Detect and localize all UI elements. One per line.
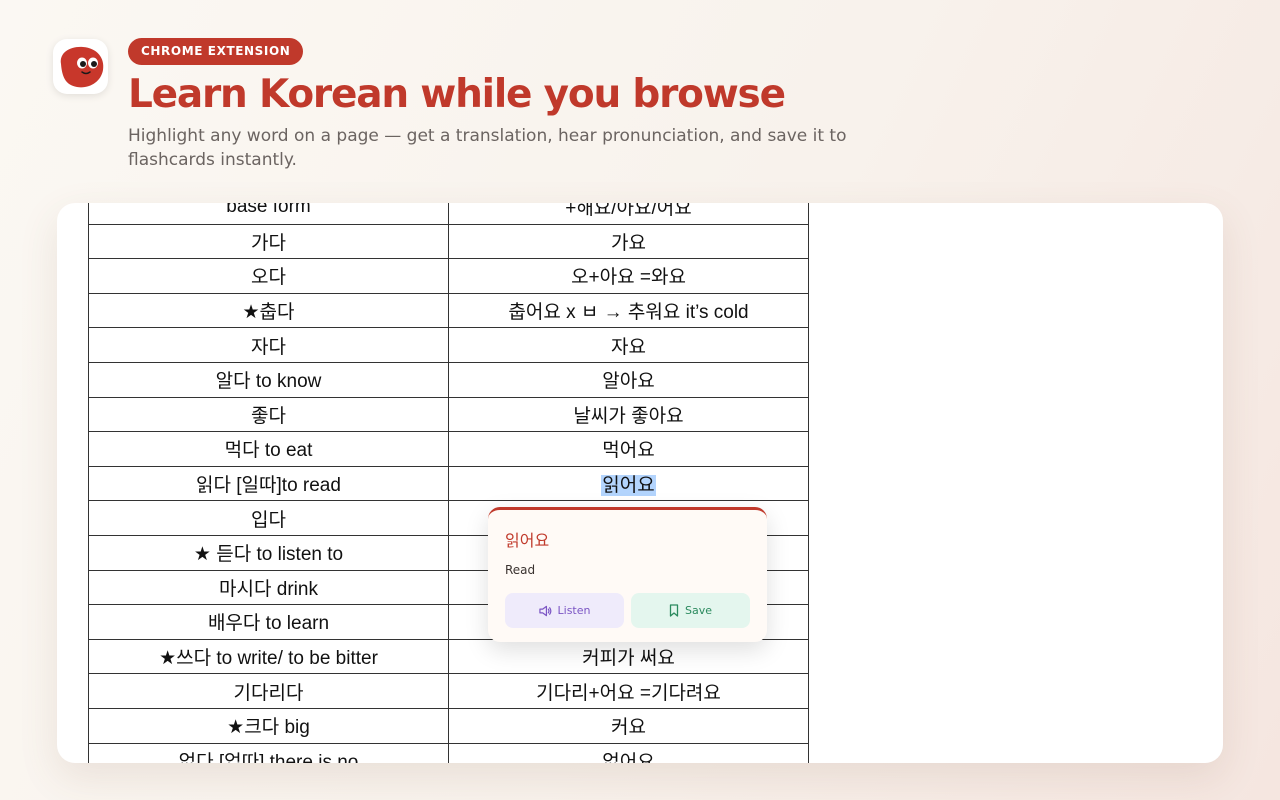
listen-label: Listen [557,604,591,617]
base-form-cell[interactable]: base form [88,203,449,225]
conjugated-cell[interactable]: 춥어요 x ㅂ → 추워요 it’s cold [448,292,809,329]
page-subtitle: Highlight any word on a page — get a tra… [128,126,847,170]
chrome-extension-badge: CHROME EXTENSION [128,38,304,65]
conjugated-cell[interactable]: 오+아요 =와요 [448,258,809,294]
bookmark-icon [669,604,679,617]
base-form-cell[interactable]: 가다 [88,223,449,260]
save-button[interactable]: Save [631,593,750,628]
popup-word: 읽어요 [505,531,550,550]
listen-button[interactable]: Listen [505,593,624,628]
conjugated-cell[interactable]: 날씨가 좋아요 [448,396,809,433]
conjugated-cell[interactable]: 커피가 써요 [448,638,809,675]
save-label: Save [684,604,712,617]
base-form-cell[interactable]: 좋다 [88,396,449,433]
table-row: 먹다 to eat 먹어요 [88,431,809,467]
table-row: base form +해요/아요/어요 [88,203,809,225]
table-row: 좋다 날씨가 좋아요 [88,396,809,433]
table-row: ★쓰다 to write/ to be bitter 커피가 써요 [88,638,809,675]
base-form-cell[interactable]: 자다 [88,327,449,363]
base-form-cell[interactable]: 먹다 to eat [88,431,449,467]
speaker-icon [538,605,551,616]
base-form-cell[interactable]: 알다 to know [88,361,449,398]
base-form-cell[interactable]: 기다리다 [88,673,449,709]
table-row: 가다 가요 [88,223,809,260]
base-form-cell[interactable]: 오다 [88,258,449,294]
base-form-cell[interactable]: 없다 [업따] there is no [88,742,449,763]
table-row: 기다리다 기다리+어요 =기다려요 [88,673,809,709]
conjugated-cell[interactable]: 먹어요 [448,431,809,467]
table-row: 오다 오+아요 =와요 [88,258,809,294]
base-form-cell[interactable]: ★ 듣다 to listen to [88,534,449,571]
table-row: 읽다 [일따]to read 읽어요 [88,465,809,502]
page-title: Learn Korean while you browse [128,72,786,117]
base-form-cell[interactable]: 입다 [88,500,449,536]
conjugated-cell[interactable]: 읽어요 [448,465,809,502]
mascot-blob-icon [60,46,103,87]
conjugated-cell[interactable]: +해요/아요/어요 [448,203,809,225]
translation-popup: 읽어요 Read Listen Save [488,507,767,642]
conjugated-cell[interactable]: 알아요 [448,361,809,398]
conjugated-cell[interactable]: 기다리+어요 =기다려요 [448,673,809,709]
conjugated-cell[interactable]: 자요 [448,327,809,363]
base-form-cell[interactable]: ★크다 big [88,707,449,744]
table-row: ★춥다 춥어요 x ㅂ → 추워요 it’s cold [88,292,809,329]
conjugated-cell[interactable]: 커요 [448,707,809,744]
highlighted-word[interactable]: 읽어요 [601,475,656,497]
base-form-cell[interactable]: 읽다 [일따]to read [88,465,449,502]
base-form-cell[interactable]: ★쓰다 to write/ to be bitter [88,638,449,675]
conjugated-cell[interactable]: 없어요 [448,742,809,763]
conjugation-table: base form +해요/아요/어요 가다 가요 오다 오+아요 =와요 ★춥다 춥어요 x… [88,203,809,763]
table-row: 없다 [업따] there is no 없어요 [88,742,809,763]
popup-meaning: Read [505,563,536,577]
app-logo [53,39,108,94]
base-form-cell[interactable]: ★춥다 [88,292,449,329]
browser-preview: base form +해요/아요/어요 가다 가요 오다 오+아요 =와요 ★춥다 춥어요 x… [57,203,1223,763]
conjugated-cell[interactable]: 가요 [448,223,809,260]
table-row: 알다 to know 알아요 [88,361,809,398]
base-form-cell[interactable]: 배우다 to learn [88,604,449,640]
base-form-cell[interactable]: 마시다 drink [88,569,449,606]
table-row: 자다 자요 [88,327,809,363]
table-row: ★크다 big 커요 [88,707,809,744]
